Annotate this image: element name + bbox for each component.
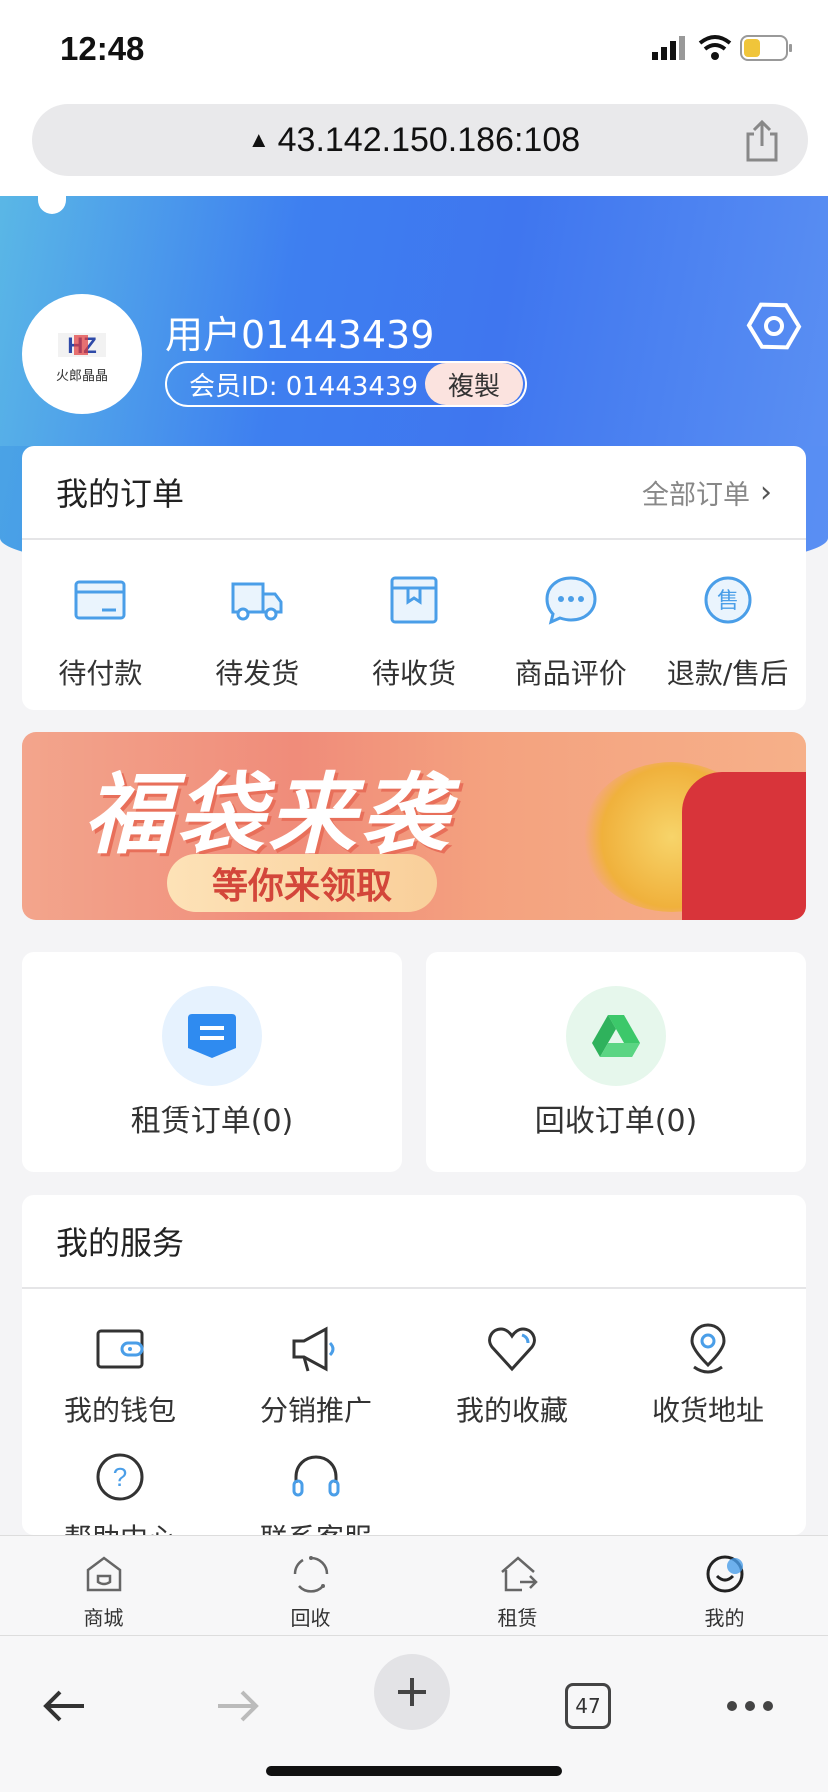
forward-button[interactable] (198, 1666, 278, 1746)
orders-header: 我的订单 全部订单 › (22, 446, 806, 540)
service-contact[interactable]: 联系客服 (218, 1449, 414, 1535)
chevron-right-icon: › (760, 474, 772, 510)
package-icon (390, 576, 438, 624)
service-label: 我的收藏 (455, 1394, 568, 1427)
recycle-orders-label: 回收订单(0) (534, 1104, 698, 1139)
arrow-left-icon (43, 1690, 84, 1722)
app-tab-bar: 商城 回收 租赁 我的 (0, 1535, 828, 1635)
signal-icon (652, 36, 688, 60)
order-status-row: 待付款 待发货 待收货 商品评价 售 退款/售后 (22, 550, 806, 700)
settings-icon[interactable] (746, 298, 802, 354)
order-status-label: 待发货 (215, 657, 300, 690)
member-id-pill: 会员ID: 01443439 複製 (165, 361, 527, 407)
tab-me[interactable]: 我的 (621, 1536, 828, 1635)
order-status-after-sale[interactable]: 售 退款/售后 (649, 550, 806, 700)
red-bag-decoration (682, 772, 806, 920)
truck-icon (231, 582, 283, 621)
chat-icon (545, 576, 597, 625)
svg-text:?: ? (113, 1462, 127, 1492)
avatar[interactable]: HZ 火郎晶晶 (22, 294, 142, 414)
url-text-wrap: ▲ 43.142.150.186:108 (0, 104, 828, 176)
tab-label: 商城 (83, 1606, 124, 1630)
avatar-brand-text: 火郎晶晶 (55, 368, 108, 384)
location-icon (690, 1323, 726, 1374)
service-favorites[interactable]: 我的收藏 (414, 1321, 610, 1429)
member-id: 会员ID: 01443439 (189, 371, 419, 402)
new-tab-button[interactable] (374, 1654, 450, 1730)
service-label: 帮助中心 (64, 1517, 176, 1535)
svg-text:售: 售 (717, 589, 739, 614)
megaphone-icon (292, 1326, 335, 1372)
tab-rent[interactable]: 租赁 (414, 1536, 621, 1635)
shop-icon (86, 1556, 121, 1592)
more-button[interactable] (710, 1666, 790, 1746)
order-status-review[interactable]: 商品评价 (492, 550, 649, 700)
url-text: 43.142.150.186:108 (277, 120, 581, 159)
card-icon (74, 580, 126, 620)
promo-banner[interactable]: 福袋来袭 等你来领取 (22, 732, 806, 920)
banner-title: 福袋来袭 (84, 763, 453, 866)
battery-icon (740, 34, 794, 62)
home-indicator[interactable] (266, 1766, 562, 1776)
service-label: 我的钱包 (63, 1394, 176, 1427)
order-status-label: 退款/售后 (666, 657, 789, 690)
share-icon[interactable] (742, 118, 782, 164)
banner-subtitle: 等你来领取 (167, 854, 437, 912)
service-label: 收货地址 (651, 1394, 764, 1427)
service-help[interactable]: ? 帮助中心 (22, 1449, 218, 1535)
plus-icon (398, 1678, 426, 1706)
copy-button[interactable]: 複製 (425, 363, 523, 405)
rent-orders-label: 租赁订单(0) (130, 1104, 294, 1139)
heart-icon (488, 1327, 536, 1372)
all-orders-label: 全部订单 (642, 479, 750, 511)
orders-card: 我的订单 全部订单 › 待付款 待发货 待收货 商品评价 售 退款/售后 (22, 446, 806, 710)
service-address[interactable]: 收货地址 (610, 1321, 806, 1429)
tab-count: 47 (565, 1683, 611, 1729)
tab-label: 回收 (290, 1606, 331, 1630)
logo-icon: HZ (58, 332, 106, 358)
after-sale-icon: 售 (704, 576, 752, 624)
back-button[interactable] (24, 1666, 104, 1746)
warning-icon: ▲ (247, 127, 270, 152)
wallet-icon (96, 1329, 144, 1369)
order-status-pending-payment[interactable]: 待付款 (22, 550, 179, 700)
all-orders-link[interactable]: 全部订单 › (642, 473, 772, 512)
tab-label: 租赁 (497, 1606, 538, 1630)
me-icon (706, 1555, 743, 1593)
rent-orders-card[interactable]: 租赁订单(0) (22, 952, 402, 1172)
tab-label: 我的 (704, 1606, 745, 1630)
service-label: 联系客服 (260, 1517, 372, 1535)
rent-orders-icon-wrap (162, 986, 262, 1086)
wifi-icon (698, 34, 732, 62)
services-card: 我的服务 我的钱包 分销推广 我的收藏 收货地址 ? 帮助中心 联系客服 (22, 1195, 806, 1535)
order-status-pending-receipt[interactable]: 待收货 (336, 550, 493, 700)
tab-shop[interactable]: 商城 (0, 1536, 207, 1635)
document-icon (188, 1014, 236, 1058)
order-status-pending-shipment[interactable]: 待发货 (179, 550, 336, 700)
tab-recycle[interactable]: 回收 (207, 1536, 414, 1635)
orders-title: 我的订单 (56, 475, 185, 513)
status-time: 12:48 (60, 30, 145, 67)
drive-icon (592, 1015, 640, 1057)
arrow-right-icon (218, 1690, 259, 1722)
tabs-button[interactable]: 47 (548, 1666, 628, 1746)
more-icon (727, 1701, 773, 1711)
rent-icon (500, 1556, 538, 1592)
headset-icon (292, 1455, 340, 1497)
service-label: 分销推广 (259, 1394, 372, 1427)
services-title: 我的服务 (22, 1195, 806, 1289)
recycle-orders-card[interactable]: 回收订单(0) (426, 952, 806, 1172)
username: 用户01443439 (165, 313, 435, 357)
order-status-label: 待付款 (58, 657, 143, 690)
recycle-orders-icon-wrap (566, 986, 666, 1086)
recycle-icon (293, 1556, 328, 1593)
service-wallet[interactable]: 我的钱包 (22, 1321, 218, 1429)
help-icon: ? (96, 1453, 144, 1501)
service-distribution[interactable]: 分销推广 (218, 1321, 414, 1429)
order-status-label: 待收货 (371, 657, 456, 690)
order-status-label: 商品评价 (514, 657, 627, 690)
